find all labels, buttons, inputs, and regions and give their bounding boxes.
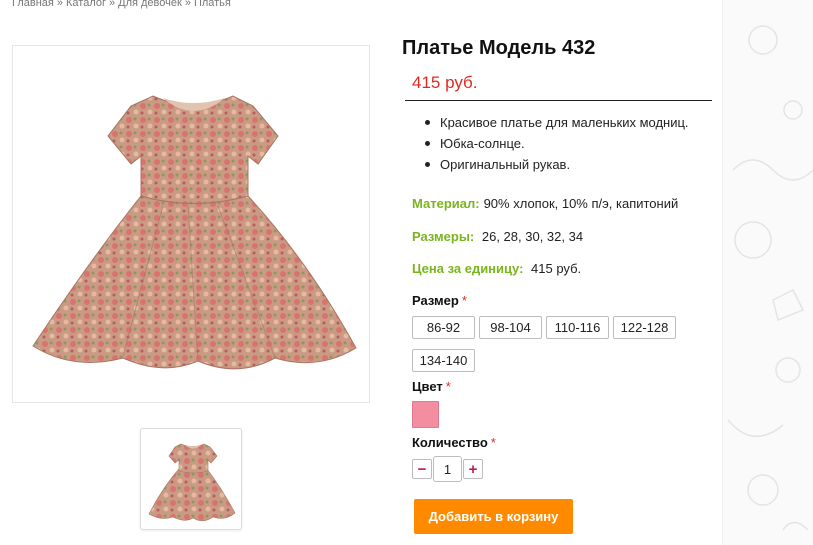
add-to-cart-button[interactable]: Добавить в корзину [414, 499, 573, 534]
unit-price-label: Цена за единицу: [412, 261, 524, 276]
feature-text: Юбка-солнце. [440, 136, 525, 151]
material-row: Материал: 90% хлопок, 10% п/э, капитоний [412, 196, 678, 211]
size-option-98-104[interactable]: 98-104 [479, 316, 542, 339]
product-main-image[interactable] [12, 45, 370, 403]
breadcrumb-separator: » [56, 0, 63, 9]
unit-price-value: 415 руб. [531, 261, 582, 276]
product-price: 415 руб. [412, 73, 478, 92]
sizes-value: 26, 28, 30, 32, 34 [481, 229, 584, 244]
breadcrumb-girls[interactable]: Для девочек [118, 0, 182, 9]
feature-text: Оригинальный рукав. [440, 157, 571, 172]
breadcrumb-separator: » [184, 0, 191, 9]
quantity-input[interactable] [433, 456, 462, 482]
list-item: Красивое платье для маленьких модниц. [412, 112, 722, 133]
size-option-110-116[interactable]: 110-116 [546, 316, 609, 339]
quantity-decrease-button[interactable]: − [412, 459, 432, 479]
decorative-sidebar-pattern [722, 0, 813, 545]
sizes-row: Размеры: 26, 28, 30, 32, 34 [412, 229, 583, 244]
product-thumbnail[interactable] [140, 428, 242, 530]
breadcrumb: Главная» Каталог» Для девочек» Платья [12, 0, 231, 9]
title-divider [405, 100, 712, 101]
feature-text: Красивое платье для маленьких модниц. [440, 115, 689, 130]
required-mark: * [445, 379, 451, 394]
color-swatch-pink[interactable] [412, 401, 439, 428]
breadcrumb-dresses[interactable]: Платья [194, 0, 231, 9]
required-mark: * [490, 435, 496, 450]
quantity-field-label: Количество * [412, 435, 496, 450]
list-item: Юбка-солнце. [412, 133, 722, 154]
unit-price-row: Цена за единицу: 415 руб. [412, 261, 581, 276]
size-option-134-140[interactable]: 134-140 [412, 349, 475, 372]
size-field-label: Размер * [412, 293, 467, 308]
size-option-86-92[interactable]: 86-92 [412, 316, 475, 339]
color-label-text: Цвет [412, 379, 443, 394]
bullet-icon [425, 141, 430, 146]
product-title: Платье Модель 432 [402, 37, 596, 59]
breadcrumb-home[interactable]: Главная [12, 0, 54, 9]
material-value: 90% хлопок, 10% п/э, капитоний [483, 196, 679, 211]
breadcrumb-catalog[interactable]: Каталог [66, 0, 106, 9]
list-item: Оригинальный рукав. [412, 154, 722, 175]
bullet-icon [425, 162, 430, 167]
quantity-increase-button[interactable]: + [463, 459, 483, 479]
sizes-label: Размеры: [412, 229, 475, 244]
breadcrumb-separator: » [109, 0, 116, 9]
size-option-122-128[interactable]: 122-128 [613, 316, 676, 339]
material-label: Материал: [412, 196, 480, 211]
feature-list: Красивое платье для маленьких модниц. Юб… [412, 112, 722, 175]
size-label-text: Размер [412, 293, 459, 308]
color-field-label: Цвет * [412, 379, 451, 394]
required-mark: * [461, 293, 467, 308]
bullet-icon [425, 120, 430, 125]
quantity-label-text: Количество [412, 435, 488, 450]
